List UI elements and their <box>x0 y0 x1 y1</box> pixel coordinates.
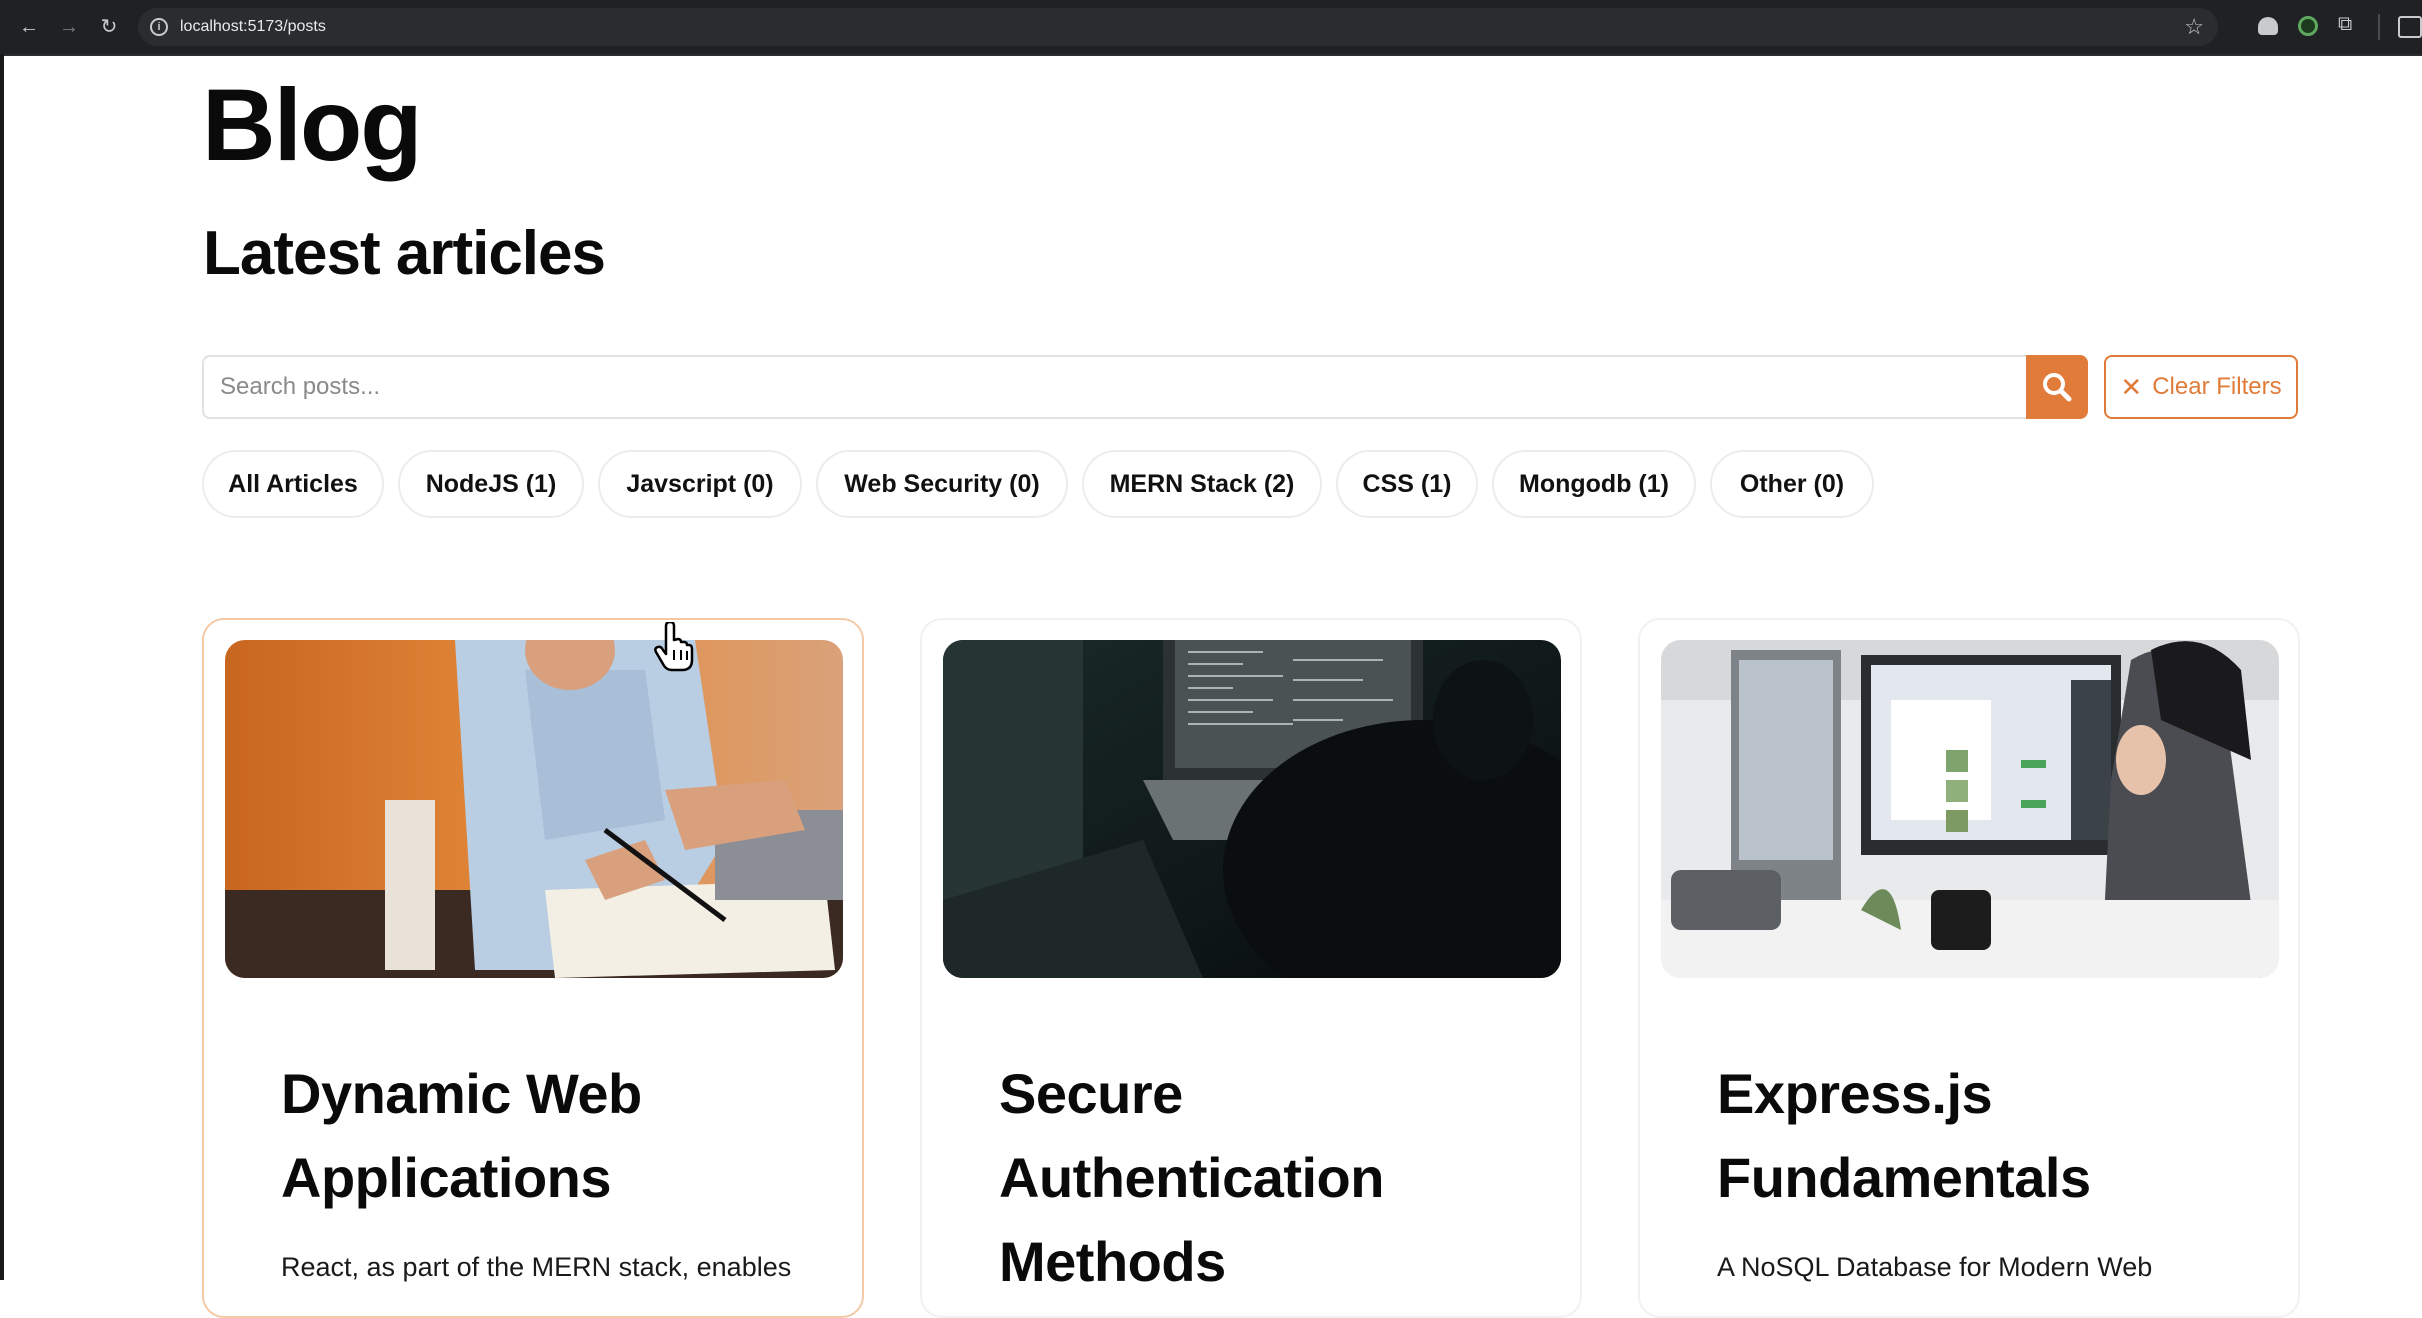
post-image[interactable] <box>225 640 843 978</box>
address-bar[interactable]: i localhost:5173/posts ☆ <box>138 8 2218 46</box>
search-input[interactable] <box>202 355 2026 419</box>
site-info-icon[interactable]: i <box>150 18 168 36</box>
page-title: Blog <box>202 68 423 182</box>
filter-web-security[interactable]: Web Security (0) <box>816 450 1068 518</box>
side-panel-icon[interactable] <box>2398 16 2422 38</box>
filter-mern-stack[interactable]: MERN Stack (2) <box>1082 450 1322 518</box>
bookmark-star-icon[interactable]: ☆ <box>2184 14 2204 40</box>
filter-all-articles[interactable]: All Articles <box>202 450 384 518</box>
clear-filters-label: Clear Filters <box>2152 373 2282 400</box>
search-button[interactable] <box>2026 355 2088 419</box>
reload-icon[interactable]: ↻ <box>96 14 122 40</box>
hand-cursor-icon <box>654 622 694 672</box>
window-edge <box>0 54 4 1280</box>
puzzle-extensions-icon[interactable]: ⧉ <box>2338 13 2362 37</box>
post-title[interactable]: Express.js Fundamentals <box>1717 1052 2237 1220</box>
post-card[interactable]: Secure Authentication Methods <box>920 618 1582 1318</box>
section-title: Latest articles <box>203 219 606 288</box>
filter-javascript[interactable]: Javscript (0) <box>598 450 802 518</box>
extension-icon[interactable] <box>2298 16 2318 36</box>
toolbar-divider <box>2378 14 2380 40</box>
post-card[interactable]: Express.js Fundamentals A NoSQL Database… <box>1638 618 2300 1318</box>
back-icon[interactable]: ← <box>16 14 42 40</box>
search-icon <box>2043 373 2072 402</box>
filter-css[interactable]: CSS (1) <box>1336 450 1478 518</box>
post-title[interactable]: Dynamic Web Applications <box>281 1052 801 1220</box>
forward-icon[interactable]: → <box>56 14 82 40</box>
extension-icon[interactable] <box>2258 17 2278 35</box>
post-image[interactable] <box>1661 640 2279 978</box>
filter-mongodb[interactable]: Mongodb (1) <box>1492 450 1696 518</box>
post-title[interactable]: Secure Authentication Methods <box>999 1052 1519 1304</box>
post-image[interactable] <box>943 640 1561 978</box>
filter-other[interactable]: Other (0) <box>1710 450 1874 518</box>
browser-toolbar: ← → ↻ i localhost:5173/posts ☆ ⧉ <box>0 0 2422 56</box>
post-excerpt: React, as part of the MERN stack, enable… <box>281 1252 792 1282</box>
address-url[interactable]: localhost:5173/posts <box>180 18 326 36</box>
close-icon: ✕ <box>2120 372 2143 402</box>
post-excerpt: A NoSQL Database for Modern Web <box>1717 1252 2153 1282</box>
clear-filters-button[interactable]: ✕ Clear Filters <box>2104 355 2298 419</box>
post-card[interactable]: Dynamic Web Applications React, as part … <box>202 618 864 1318</box>
filter-nodejs[interactable]: NodeJS (1) <box>398 450 584 518</box>
